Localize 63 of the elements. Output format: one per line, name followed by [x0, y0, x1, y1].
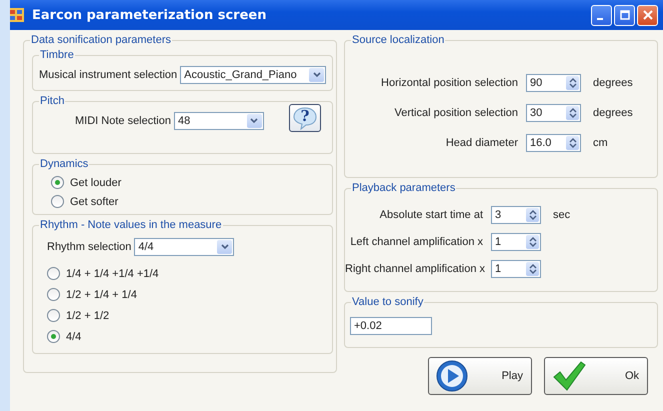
radio-label: 1/4 + 1/4 +1/4 +1/4 — [66, 268, 159, 280]
radio-label: 4/4 — [66, 330, 82, 342]
radio-button[interactable] — [51, 195, 64, 208]
spin-field[interactable]: 90 — [526, 74, 581, 92]
maximize-button[interactable] — [614, 4, 635, 26]
spin-arrows-icon — [568, 138, 576, 148]
minimize-button[interactable] — [591, 4, 612, 26]
close-icon — [642, 10, 652, 20]
dropdown[interactable]: 48 — [174, 112, 264, 130]
radio-button[interactable] — [47, 309, 60, 322]
field-label: Rhythm selection — [47, 241, 132, 253]
radio-button[interactable] — [51, 176, 64, 189]
field-label: Horizontal position selection — [380, 77, 518, 89]
group-title: Rhythm - Note values in the measure — [39, 219, 223, 231]
spin-field[interactable]: 1 — [491, 260, 541, 278]
radio-label: Get softer — [70, 196, 118, 208]
group-title: Playback parameters — [351, 182, 456, 194]
radio-button[interactable] — [47, 330, 60, 343]
ok-button[interactable]: Ok — [544, 357, 648, 395]
dropdown[interactable]: Acoustic_Grand_Piano — [180, 66, 326, 84]
radio-button[interactable] — [47, 288, 60, 301]
radio-button[interactable] — [47, 267, 60, 280]
help-button[interactable]: ? — [288, 104, 321, 132]
minimize-icon — [596, 18, 602, 20]
field-label: Left channel amplification x — [349, 236, 483, 248]
play-icon — [436, 360, 468, 392]
field-label: Vertical position selection — [393, 107, 518, 119]
group-title: Source localization — [351, 34, 446, 46]
field-label: Head diameter — [444, 137, 518, 149]
spin-arrows-icon — [568, 108, 576, 118]
spin-field[interactable]: 30 — [526, 104, 581, 122]
spin-arrows-icon — [528, 210, 536, 220]
spin-arrows-icon — [528, 237, 536, 247]
group-title: Timbre — [39, 49, 75, 61]
close-button[interactable] — [637, 4, 658, 26]
speech-bubble-icon — [292, 106, 318, 130]
group-title: Pitch — [39, 95, 66, 107]
field-label: Musical instrument selection — [39, 69, 178, 81]
window-title: Earcon parameterization screen — [32, 8, 268, 22]
spin-arrows-icon — [528, 264, 536, 274]
value-field[interactable]: +0.02 — [350, 317, 432, 335]
unit-label: cm — [593, 137, 608, 149]
app-icon — [10, 8, 24, 22]
play-button[interactable]: Play — [428, 357, 532, 395]
spin-arrows-icon — [568, 78, 576, 88]
radio-label: Get louder — [70, 176, 122, 188]
spin-field[interactable]: 3 — [491, 206, 541, 224]
field-label: Absolute start time at — [378, 209, 483, 221]
group-title: Dynamics — [39, 158, 90, 170]
unit-label: degrees — [593, 77, 633, 89]
group-title: Data sonification parameters — [30, 34, 172, 46]
spin-field[interactable]: 1 — [491, 233, 541, 251]
field-label: MIDI Note selection — [75, 115, 171, 127]
radio-label: 1/2 + 1/4 + 1/4 — [66, 288, 137, 300]
dropdown[interactable]: 4/4 — [134, 238, 234, 256]
group-title: Value to sonify — [351, 296, 424, 308]
radio-label: 1/2 + 1/2 — [66, 310, 110, 322]
maximize-icon — [620, 10, 630, 20]
check-icon — [552, 360, 586, 392]
field-label: Right channel amplification x — [345, 263, 483, 275]
spin-field[interactable]: 16.0 — [526, 134, 581, 152]
unit-label: sec — [553, 209, 570, 221]
unit-label: degrees — [593, 107, 633, 119]
